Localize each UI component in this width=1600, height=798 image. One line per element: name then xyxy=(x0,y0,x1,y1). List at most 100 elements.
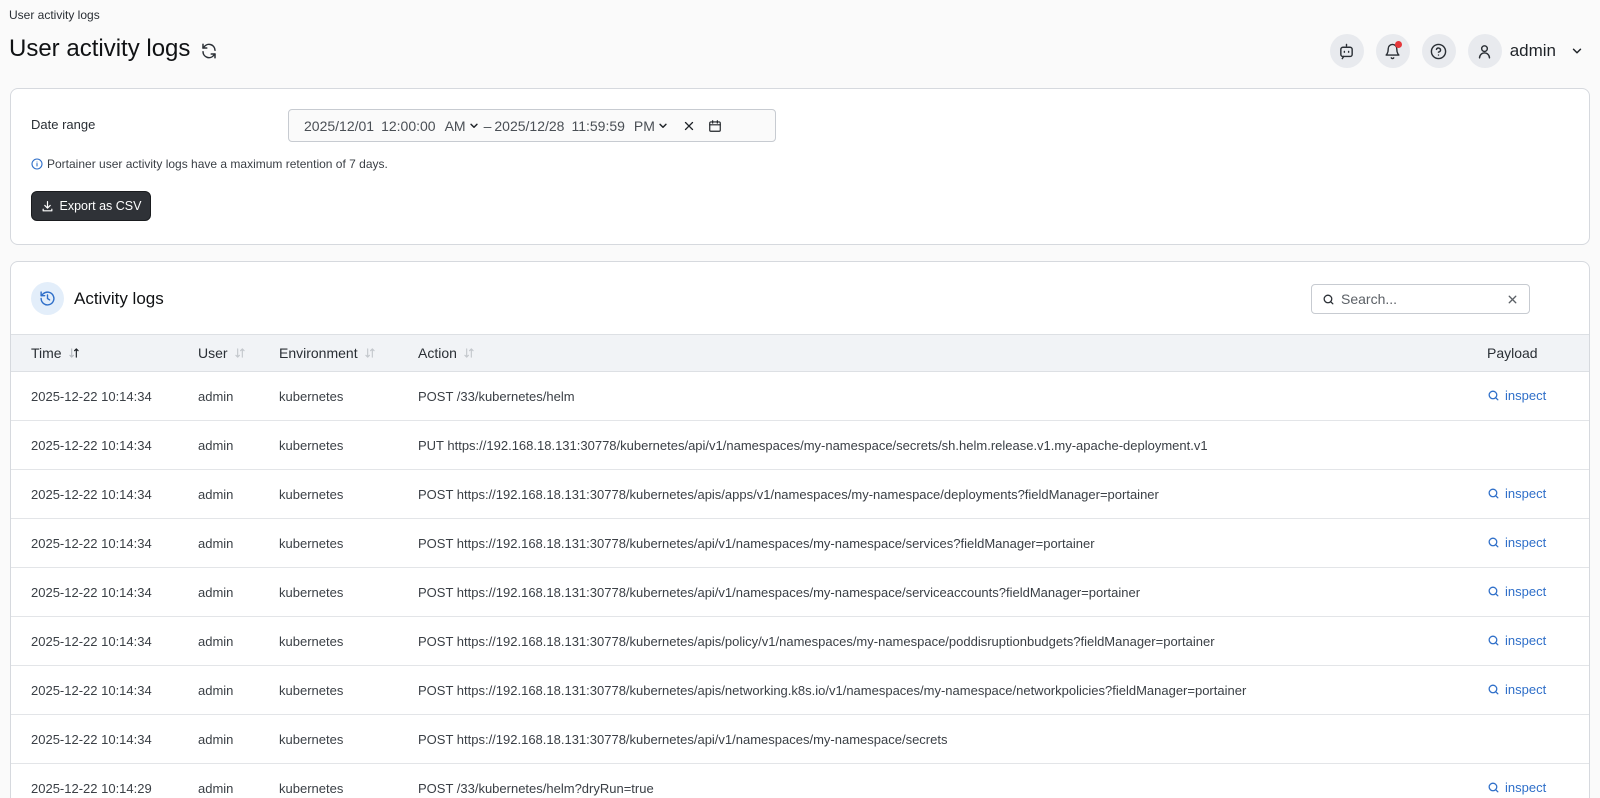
cell-action: POST https://192.168.18.131:30778/kubern… xyxy=(418,535,1095,551)
cell-time: 2025-12-22 10:14:29 xyxy=(31,780,152,796)
cell-action: POST https://192.168.18.131:30778/kubern… xyxy=(418,633,1215,649)
table-header-row: Time User Environment Action Payload xyxy=(11,334,1589,372)
cell-environment: kubernetes xyxy=(279,731,344,747)
column-header-action[interactable]: Action xyxy=(398,335,1467,372)
end-date[interactable]: 2025/12/28 xyxy=(494,118,564,134)
activity-logs-title: Activity logs xyxy=(74,288,164,308)
refresh-icon[interactable] xyxy=(200,42,218,60)
retention-info: Portainer user activity logs have a maxi… xyxy=(31,157,388,171)
column-header-user-label: User xyxy=(198,345,228,361)
bot-icon xyxy=(1340,43,1354,59)
cell-user: admin xyxy=(198,388,234,404)
search-icon xyxy=(1488,488,1499,498)
inspect-link[interactable]: inspect xyxy=(1487,780,1546,795)
search-icon xyxy=(1323,294,1334,304)
chevron-down-icon xyxy=(469,123,478,128)
cell-action: PUT https://192.168.18.131:30778/kuberne… xyxy=(418,437,1208,453)
ai-assistant-button[interactable] xyxy=(1329,34,1364,68)
end-ampm-value: PM xyxy=(633,117,655,134)
header-actions: admin xyxy=(1329,34,1584,68)
end-time[interactable]: 11:59:59 xyxy=(571,118,624,134)
table-row: 2025-12-22 10:14:34 admin kubernetes POST h… xyxy=(11,470,1589,519)
chevron-down-icon xyxy=(659,123,667,128)
cell-environment: kubernetes xyxy=(279,486,344,502)
chevron-down-icon xyxy=(1572,48,1582,54)
column-header-time-label: Time xyxy=(31,345,62,361)
activity-logs-header: Activity logs xyxy=(31,282,164,315)
cell-time: 2025-12-22 10:14:34 xyxy=(31,535,152,551)
table-row: 2025-12-22 10:14:34 admin kubernetes POST h… xyxy=(11,715,1589,764)
help-icon xyxy=(1430,43,1447,59)
column-header-environment-label: Environment xyxy=(279,345,358,361)
table-row: 2025-12-22 10:14:34 admin kubernetes PUT ht… xyxy=(11,421,1589,470)
search-icon xyxy=(1488,586,1499,596)
cell-action: POST https://192.168.18.131:30778/kubern… xyxy=(418,584,1141,600)
inspect-label: inspect xyxy=(1505,534,1547,550)
inspect-link[interactable]: inspect xyxy=(1487,584,1546,599)
column-header-payload: Payload xyxy=(1467,335,1589,372)
clear-search-icon[interactable] xyxy=(1506,293,1519,306)
cell-payload xyxy=(1467,421,1589,470)
history-icon xyxy=(40,291,55,306)
inspect-link[interactable]: inspect xyxy=(1487,486,1546,501)
cell-user: admin xyxy=(198,633,234,649)
inspect-link[interactable]: inspect xyxy=(1487,633,1546,648)
cell-time: 2025-12-22 10:14:34 xyxy=(31,437,152,453)
inspect-link[interactable]: inspect xyxy=(1487,535,1546,550)
date-range-picker[interactable]: 2025/12/01 12:00:00 AM – 2025/12/28 11:5… xyxy=(288,109,776,142)
inspect-link[interactable]: inspect xyxy=(1487,388,1546,403)
sort-icon xyxy=(364,348,375,358)
table-row: 2025-12-22 10:14:34 admin kubernetes POST h… xyxy=(11,617,1589,666)
cell-time: 2025-12-22 10:14:34 xyxy=(31,486,152,502)
cell-environment: kubernetes xyxy=(279,437,344,453)
table-row: 2025-12-22 10:14:34 admin kubernetes POST h… xyxy=(11,568,1589,617)
cell-time: 2025-12-22 10:14:34 xyxy=(31,731,152,747)
user-menu[interactable]: admin xyxy=(1467,34,1584,68)
cell-time: 2025-12-22 10:14:34 xyxy=(31,682,152,698)
start-date[interactable]: 2025/12/01 xyxy=(304,118,374,134)
notifications-button[interactable] xyxy=(1375,34,1410,68)
cell-payload: inspect xyxy=(1467,470,1589,519)
cell-payload: inspect xyxy=(1467,666,1589,715)
inspect-label: inspect xyxy=(1505,485,1547,501)
user-name: admin xyxy=(1509,41,1556,60)
table-row: 2025-12-22 10:14:34 admin kubernetes POST h… xyxy=(11,519,1589,568)
cell-environment: kubernetes xyxy=(279,682,344,698)
cell-time: 2025-12-22 10:14:34 xyxy=(31,633,152,649)
download-icon xyxy=(42,200,52,211)
table-row: 2025-12-22 10:14:34 admin kubernetes POST h… xyxy=(11,666,1589,715)
search-input[interactable] xyxy=(1341,291,1500,307)
calendar-icon[interactable] xyxy=(708,119,722,133)
sort-icon xyxy=(234,348,245,358)
cell-user: admin xyxy=(198,535,234,551)
cell-action: POST https://192.168.18.131:30778/kubern… xyxy=(418,682,1247,698)
end-ampm-select[interactable]: PM xyxy=(634,118,668,134)
export-csv-label: Export as CSV xyxy=(59,199,142,213)
column-header-user[interactable]: User xyxy=(178,335,259,372)
clear-date-icon[interactable] xyxy=(682,119,696,133)
help-button[interactable] xyxy=(1421,34,1456,68)
cell-environment: kubernetes xyxy=(279,535,344,551)
cell-user: admin xyxy=(198,682,234,698)
cell-time: 2025-12-22 10:14:34 xyxy=(31,584,152,600)
cell-user: admin xyxy=(198,437,234,453)
breadcrumb: User activity logs xyxy=(9,8,100,22)
cell-payload: inspect xyxy=(1467,372,1589,421)
inspect-label: inspect xyxy=(1505,632,1547,648)
activity-logs-card: Activity logs Time User xyxy=(10,261,1590,798)
inspect-link[interactable]: inspect xyxy=(1487,682,1546,697)
sort-icon xyxy=(464,348,474,358)
start-time[interactable]: 12:00:00 xyxy=(381,118,436,134)
start-ampm-select[interactable]: AM xyxy=(445,118,479,134)
cell-action: POST https://192.168.18.131:30778/kubern… xyxy=(418,731,948,747)
column-header-environment[interactable]: Environment xyxy=(259,335,398,372)
cell-payload xyxy=(1467,715,1589,764)
start-ampm-value: AM xyxy=(444,117,466,134)
cell-environment: kubernetes xyxy=(279,388,344,404)
cell-user: admin xyxy=(198,584,234,600)
export-csv-button[interactable]: Export as CSV xyxy=(31,191,151,221)
cell-environment: kubernetes xyxy=(279,633,344,649)
cell-payload: inspect xyxy=(1467,617,1589,666)
sort-ascending-icon xyxy=(68,348,79,358)
column-header-time[interactable]: Time xyxy=(11,335,178,372)
